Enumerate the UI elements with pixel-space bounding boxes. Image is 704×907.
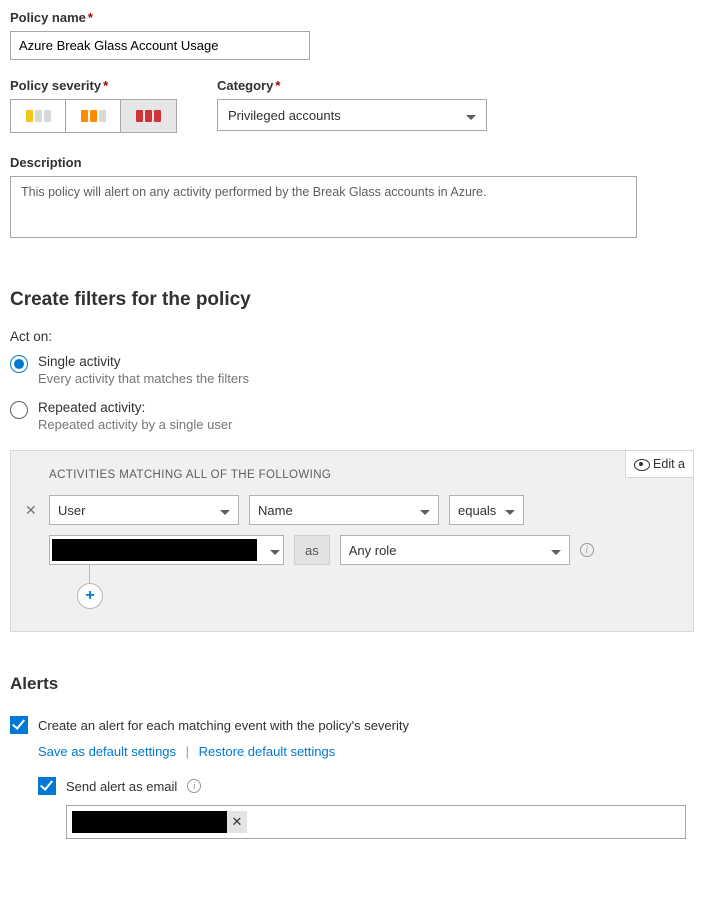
severity-label: Policy severity* (10, 78, 177, 93)
chevron-down-icon (466, 108, 476, 123)
send-email-checkbox[interactable] (38, 777, 56, 795)
severity-bar-icon (99, 110, 106, 122)
email-recipient-input[interactable]: ✕ (66, 805, 686, 839)
info-icon[interactable]: i (580, 543, 594, 557)
alerts-heading: Alerts (10, 674, 694, 694)
repeated-activity-label: Repeated activity: (38, 400, 232, 415)
chevron-down-icon (505, 503, 515, 518)
filter-box-title: ACTIVITIES MATCHING ALL OF THE FOLLOWING (49, 469, 679, 481)
filter-op-select[interactable]: equals (449, 495, 524, 525)
severity-bar-icon (90, 110, 97, 122)
severity-bar-icon (26, 110, 33, 122)
save-default-link[interactable]: Save as default settings (38, 744, 176, 759)
severity-bar-icon (81, 110, 88, 122)
description-label: Description (10, 155, 694, 170)
add-filter-button[interactable]: + (77, 583, 103, 609)
severity-bar-icon (35, 110, 42, 122)
info-icon[interactable]: i (187, 779, 201, 793)
single-activity-radio[interactable] (10, 355, 28, 373)
connector-line (89, 565, 679, 583)
email-chip-redacted (72, 811, 227, 833)
chevron-down-icon (420, 503, 430, 518)
single-activity-label: Single activity (38, 354, 249, 369)
chevron-down-icon (220, 503, 230, 518)
severity-low-button[interactable] (11, 100, 66, 132)
policy-name-input[interactable] (10, 31, 310, 60)
eye-icon (634, 459, 648, 469)
edit-and-preview-button[interactable]: Edit a (625, 450, 694, 478)
policy-name-label: Policy name* (10, 10, 694, 25)
category-value: Privileged accounts (228, 108, 341, 123)
redacted-value (52, 539, 257, 561)
filter-value-select[interactable] (49, 535, 284, 565)
restore-default-link[interactable]: Restore default settings (199, 744, 336, 759)
severity-medium-button[interactable] (66, 100, 121, 132)
severity-high-button[interactable] (121, 100, 176, 132)
remove-chip-icon[interactable]: ✕ (227, 811, 247, 833)
filter-attr-value: Name (258, 503, 293, 518)
filter-field-select[interactable]: User (49, 495, 239, 525)
remove-filter-icon[interactable]: ✕ (25, 502, 39, 519)
chevron-down-icon (551, 543, 561, 558)
filter-op-value: equals (458, 503, 496, 518)
category-label: Category* (217, 78, 487, 93)
single-activity-sublabel: Every activity that matches the filters (38, 371, 249, 386)
severity-bar-icon (136, 110, 143, 122)
act-on-label: Act on: (10, 329, 694, 344)
separator: | (186, 744, 189, 759)
create-alert-label: Create an alert for each matching event … (38, 718, 409, 733)
send-email-label: Send alert as email (66, 779, 177, 794)
repeated-activity-radio[interactable] (10, 401, 28, 419)
filters-heading: Create filters for the policy (10, 289, 694, 311)
create-alert-checkbox[interactable] (10, 716, 28, 734)
edit-label: Edit a (653, 457, 685, 471)
filter-role-value: Any role (349, 543, 397, 558)
chevron-down-icon (270, 543, 280, 558)
filter-field-value: User (58, 503, 85, 518)
as-label: as (294, 535, 330, 565)
alert-settings-links: Save as default settings | Restore defau… (38, 744, 694, 759)
category-select[interactable]: Privileged accounts (217, 99, 487, 131)
filter-role-select[interactable]: Any role (340, 535, 570, 565)
filter-box: Edit a ACTIVITIES MATCHING ALL OF THE FO… (10, 450, 694, 632)
repeated-activity-sublabel: Repeated activity by a single user (38, 417, 232, 432)
severity-bar-icon (145, 110, 152, 122)
severity-selector (10, 99, 177, 133)
description-input[interactable]: This policy will alert on any activity p… (10, 176, 637, 238)
filter-attr-select[interactable]: Name (249, 495, 439, 525)
severity-bar-icon (154, 110, 161, 122)
severity-bar-icon (44, 110, 51, 122)
